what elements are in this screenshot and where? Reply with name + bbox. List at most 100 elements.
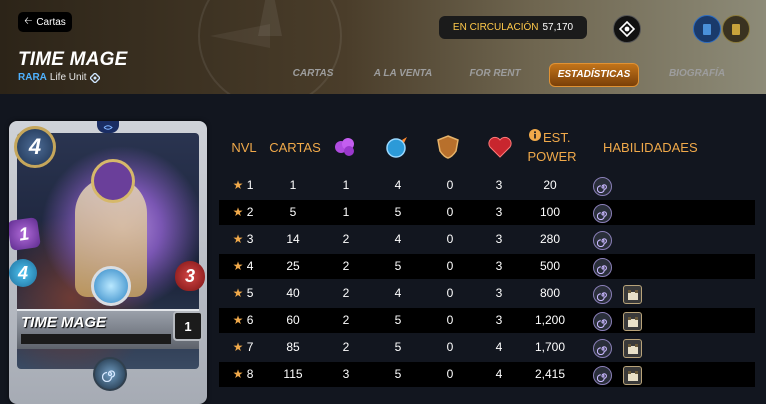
shield-ability-icon[interactable] xyxy=(623,366,642,385)
spiral-ability-icon[interactable] xyxy=(593,366,612,385)
row-power: 280 xyxy=(539,232,561,246)
row-level-value: 8 xyxy=(246,367,254,381)
row-level-value: 1 xyxy=(246,178,254,192)
cards-icon xyxy=(703,24,711,35)
row-magic: 1 xyxy=(342,205,350,219)
table-row: ★ 3 14 2 4 0 3 280 xyxy=(219,227,755,252)
magic-attack-stat: 1 xyxy=(9,217,41,251)
table-row: ★ 7 85 2 5 0 4 1,700 xyxy=(219,335,755,360)
row-armor: 0 xyxy=(446,205,454,219)
tab-biografia[interactable]: BIOGRAFÍA xyxy=(660,63,734,85)
tab-estadisticas[interactable]: ESTADÍSTICAS xyxy=(549,63,639,87)
row-power: 100 xyxy=(539,205,561,219)
row-level-value: 5 xyxy=(246,286,254,300)
star-icon: ★ xyxy=(232,340,247,354)
section-tabs: CARTAS A LA VENTA FOR RENT ESTADÍSTICAS … xyxy=(0,63,766,87)
row-level-value: 6 xyxy=(246,313,254,327)
back-button-label: Cartas xyxy=(36,16,66,28)
row-magic: 2 xyxy=(342,232,350,246)
star-icon: ★ xyxy=(232,313,247,327)
time-mage-card[interactable]: 4 1 4 3 TIME MAGE 1 xyxy=(9,121,207,404)
row-level: ★ 8 xyxy=(219,362,267,387)
health-icon xyxy=(488,136,512,158)
spiral-ability-icon[interactable] xyxy=(593,177,612,196)
spiral-ability-icon[interactable] xyxy=(593,258,612,277)
row-health: 3 xyxy=(495,232,503,246)
splinter-gem-icon xyxy=(97,121,119,133)
armor-icon xyxy=(437,135,459,159)
table-row: ★ 1 1 1 4 0 3 20 xyxy=(219,173,755,198)
mana-cost: 4 xyxy=(14,126,56,168)
row-cartas: 40 xyxy=(286,286,300,300)
shield-ability-icon[interactable] xyxy=(623,285,642,304)
row-level: ★ 5 xyxy=(219,281,267,306)
col-header-cartas: CARTAS xyxy=(269,140,321,155)
row-power: 500 xyxy=(539,259,561,273)
col-header-nvl: NVL xyxy=(231,140,257,155)
row-magic: 2 xyxy=(342,340,350,354)
row-cartas: 1 xyxy=(289,178,297,192)
star-icon: ★ xyxy=(232,286,247,300)
table-row: ★ 2 5 1 5 0 3 100 xyxy=(219,200,755,225)
row-power: 2,415 xyxy=(534,367,566,381)
star-icon: ★ xyxy=(232,259,247,273)
row-level: ★ 2 xyxy=(219,200,267,225)
health-stat: 3 xyxy=(175,261,205,291)
row-health: 3 xyxy=(495,313,503,327)
row-magic: 2 xyxy=(342,286,350,300)
row-armor: 0 xyxy=(446,286,454,300)
row-cartas: 60 xyxy=(286,313,300,327)
row-armor: 0 xyxy=(446,340,454,354)
shield-ability-icon[interactable] xyxy=(623,312,642,331)
spiral-ability-icon[interactable] xyxy=(593,312,612,331)
row-level-value: 4 xyxy=(246,259,254,273)
row-level: ★ 4 xyxy=(219,254,267,279)
row-cartas: 25 xyxy=(286,259,300,273)
row-speed: 5 xyxy=(394,205,402,219)
row-level: ★ 1 xyxy=(219,173,267,198)
row-cartas: 14 xyxy=(286,232,300,246)
row-armor: 0 xyxy=(446,259,454,273)
circulation-badge: EN CIRCULACIÓN 57,170 xyxy=(439,16,587,39)
shield-ability-icon[interactable] xyxy=(623,339,642,358)
spiral-ability-icon[interactable] xyxy=(593,231,612,250)
row-level: ★ 3 xyxy=(219,227,267,252)
cards-gold-icon xyxy=(732,24,740,35)
circulation-count: 57,170 xyxy=(542,22,574,33)
spiral-ability-icon[interactable] xyxy=(593,339,612,358)
row-armor: 0 xyxy=(446,367,454,381)
spiral-ability-icon[interactable] xyxy=(593,204,612,223)
row-power: 1,700 xyxy=(534,340,566,354)
row-health: 3 xyxy=(495,286,503,300)
spiral-ability-icon[interactable] xyxy=(593,285,612,304)
magic-attack-icon xyxy=(335,138,354,156)
row-level: ★ 6 xyxy=(219,308,267,333)
tab-for-rent[interactable]: FOR RENT xyxy=(462,63,528,85)
row-speed: 5 xyxy=(394,313,402,327)
card-name: TIME MAGE xyxy=(21,314,106,331)
card-deck-gold-button[interactable] xyxy=(722,15,750,43)
back-to-cards-button[interactable]: 🡠 Cartas xyxy=(18,12,72,32)
row-magic: 3 xyxy=(342,367,350,381)
card-name-plate: TIME MAGE xyxy=(17,309,199,349)
info-icon[interactable] xyxy=(529,129,541,141)
star-icon: ★ xyxy=(232,205,247,219)
row-health: 3 xyxy=(495,205,503,219)
card-emblem-icon xyxy=(91,266,131,306)
row-level-value: 2 xyxy=(246,205,254,219)
row-armor: 0 xyxy=(446,178,454,192)
card-deck-blue-button[interactable] xyxy=(693,15,721,43)
col-header-power: POWER xyxy=(527,149,577,164)
row-level-value: 3 xyxy=(246,232,254,246)
tab-a-la-venta[interactable]: A LA VENTA xyxy=(362,63,444,85)
tab-cartas[interactable]: CARTAS xyxy=(283,63,343,85)
row-speed: 4 xyxy=(394,232,402,246)
row-magic: 2 xyxy=(342,259,350,273)
table-row: ★ 5 40 2 4 0 3 800 xyxy=(219,281,755,306)
row-armor: 0 xyxy=(446,232,454,246)
row-health: 3 xyxy=(495,259,503,273)
star-icon: ★ xyxy=(232,232,247,246)
table-row: ★ 4 25 2 5 0 3 500 xyxy=(219,254,755,279)
row-power: 1,200 xyxy=(534,313,566,327)
circulation-label: EN CIRCULACIÓN xyxy=(452,22,539,33)
